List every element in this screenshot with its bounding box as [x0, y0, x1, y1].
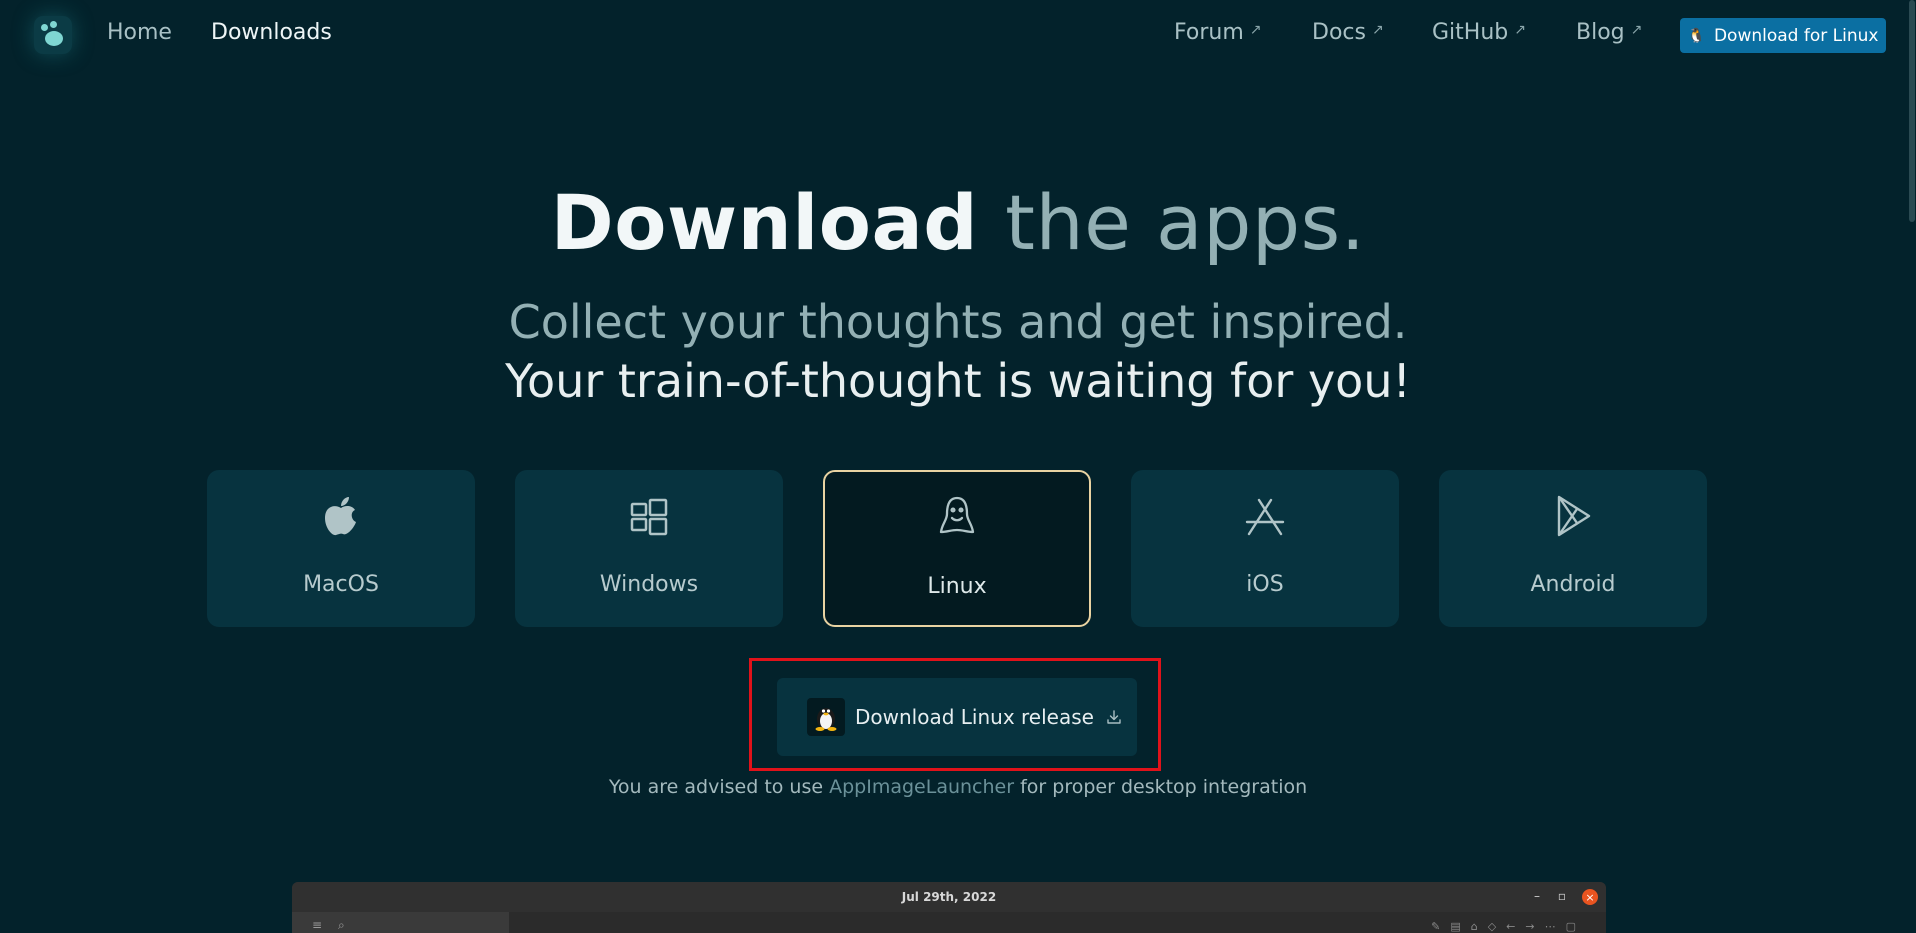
download-linux-release-label: Download Linux release: [855, 705, 1094, 729]
platform-card-linux[interactable]: Linux: [823, 470, 1091, 627]
nav-forum-label: Forum: [1174, 20, 1244, 45]
nav-blog-label: Blog: [1576, 20, 1625, 45]
search-icon: ⌕: [338, 918, 345, 932]
tux-icon: [807, 698, 845, 736]
platform-card-macos[interactable]: MacOS: [207, 470, 475, 627]
nav-forum-link[interactable]: Forum ↗: [1174, 20, 1261, 45]
windows-icon: [630, 498, 668, 536]
platform-label: MacOS: [303, 572, 379, 597]
top-nav: Home Downloads Forum ↗ Docs ↗ GitHub ↗ Blog…: [0, 0, 1916, 72]
scrollbar-thumb[interactable]: [1909, 0, 1915, 222]
app-preview-window: Jul 29th, 2022 – ▫ × ≡ ⌕ ✎▤⌂◇←→⋯▢: [292, 882, 1606, 933]
platform-card-ios[interactable]: iOS: [1131, 470, 1399, 627]
nav-home-link[interactable]: Home: [107, 20, 172, 45]
platform-card-windows[interactable]: Windows: [515, 470, 783, 627]
advice-suffix: for proper desktop integration: [1020, 776, 1308, 798]
preview-title-bar: Jul 29th, 2022 – ▫ ×: [292, 882, 1606, 912]
preview-window-title: Jul 29th, 2022: [901, 890, 997, 904]
page-title-strong: Download: [550, 178, 979, 267]
preview-toolbar-icons: ✎▤⌂◇←→⋯▢: [1431, 920, 1586, 933]
linux-icon: 🐧: [1687, 27, 1705, 44]
external-link-icon: ↗: [1371, 22, 1384, 38]
logseq-logo[interactable]: [34, 16, 72, 54]
page-scrollbar[interactable]: [1908, 0, 1916, 933]
platform-label: Linux: [927, 574, 987, 599]
external-link-icon: ↗: [1630, 22, 1643, 38]
platform-label: Android: [1530, 572, 1616, 597]
nav-downloads-link[interactable]: Downloads: [211, 20, 332, 45]
page-title: Download the apps.: [0, 178, 1916, 267]
subtitle-line-1: Collect your thoughts and get inspired.: [508, 295, 1408, 349]
nav-github-link[interactable]: GitHub ↗: [1432, 20, 1526, 45]
platform-label: Windows: [599, 572, 699, 597]
preview-sidebar: ≡ ⌕: [292, 912, 509, 933]
maximize-icon: ▫: [1557, 889, 1566, 903]
external-link-icon: ↗: [1249, 22, 1262, 38]
close-icon: ×: [1582, 889, 1598, 905]
download-linux-release-button[interactable]: Download Linux release: [777, 678, 1137, 756]
platform-label: iOS: [1246, 572, 1284, 597]
advice-prefix: You are advised to use: [608, 776, 824, 798]
nav-docs-link[interactable]: Docs ↗: [1312, 20, 1384, 45]
page-title-light: the apps.: [1005, 178, 1366, 267]
download-for-linux-button[interactable]: 🐧 Download for Linux: [1680, 18, 1886, 53]
nav-blog-link[interactable]: Blog ↗: [1576, 20, 1642, 45]
platform-card-android[interactable]: Android: [1439, 470, 1707, 627]
subtitle-line-2: Your train-of-thought is waiting for you…: [505, 354, 1411, 408]
menu-icon: ≡: [312, 918, 323, 932]
app-store-icon: [1245, 498, 1285, 536]
apple-icon: [325, 497, 356, 536]
appimagelauncher-link[interactable]: AppImageLauncher: [829, 776, 1014, 798]
nav-github-label: GitHub: [1432, 20, 1509, 45]
download-for-linux-label: Download for Linux: [1713, 25, 1879, 46]
linux-icon: [939, 496, 975, 534]
download-icon: [1107, 710, 1121, 724]
nav-docs-label: Docs: [1312, 20, 1366, 45]
play-store-icon: [1557, 495, 1591, 537]
external-link-icon: ↗: [1514, 22, 1526, 38]
advice-text: You are advised to use AppImageLauncher …: [0, 776, 1916, 798]
minimize-icon: –: [1534, 889, 1540, 903]
